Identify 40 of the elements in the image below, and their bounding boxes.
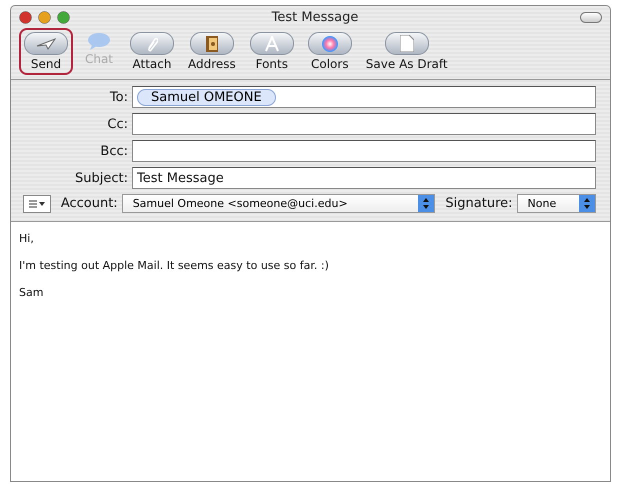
window-title: Test Message	[270, 10, 360, 24]
text-field[interactable]	[132, 113, 596, 135]
zoom-button[interactable]	[57, 10, 70, 24]
body-text: Hi,	[19, 232, 35, 245]
body-text: I'm testing out Apple Mail. It seems easy to use so far. :)	[19, 259, 330, 272]
field-label: Bcc:	[99, 144, 128, 158]
letter-glyph-icon	[264, 36, 279, 52]
field-value: Test Message	[137, 170, 224, 186]
signature-label: Signature:	[445, 196, 513, 211]
toolbar-button[interactable]: Colors	[302, 28, 357, 75]
address-book-icon	[206, 36, 218, 52]
speech-bubble-icon	[87, 32, 111, 50]
message-body[interactable]: Hi, I'm testing out Apple Mail. It seems easy to use so far. :) Sam	[11, 222, 610, 481]
toolbar-button[interactable]: Fonts	[244, 28, 299, 75]
account-label: Account:	[60, 196, 118, 211]
paper-plane-icon	[36, 38, 56, 50]
list-caret-icon	[28, 198, 46, 208]
toolbar-button[interactable]: Send	[19, 28, 73, 75]
toolbar-button[interactable]: Address	[183, 28, 241, 75]
stepper-arrows-icon	[579, 195, 595, 212]
field-label: Cc:	[106, 116, 128, 132]
recipient-token[interactable]: Samuel OMEONE	[137, 88, 276, 106]
toolbar-button[interactable]: Attach	[125, 28, 179, 75]
account-select[interactable]: Samuel Omeone <someone@uci.edu>	[122, 194, 436, 213]
paperclip-icon	[146, 36, 158, 52]
options-menu-button[interactable]	[23, 194, 51, 212]
text-field[interactable]: Test Message	[132, 167, 596, 189]
document-icon	[400, 35, 414, 52]
field-label: To:	[108, 90, 128, 104]
close-button[interactable]	[19, 10, 32, 24]
minimize-button[interactable]	[38, 10, 51, 24]
stepper-arrows-icon	[418, 195, 434, 212]
toolbar-button[interactable]: Save As Draft	[360, 28, 453, 75]
toolbar-toggle-button[interactable]	[580, 12, 602, 22]
field-label: Subject:	[74, 170, 128, 186]
text-field[interactable]: Samuel OMEONE	[132, 86, 596, 108]
body-text: Sam	[19, 286, 44, 299]
color-wheel-icon	[322, 36, 338, 52]
signature-select[interactable]: None	[516, 194, 596, 213]
text-field[interactable]	[132, 140, 596, 162]
